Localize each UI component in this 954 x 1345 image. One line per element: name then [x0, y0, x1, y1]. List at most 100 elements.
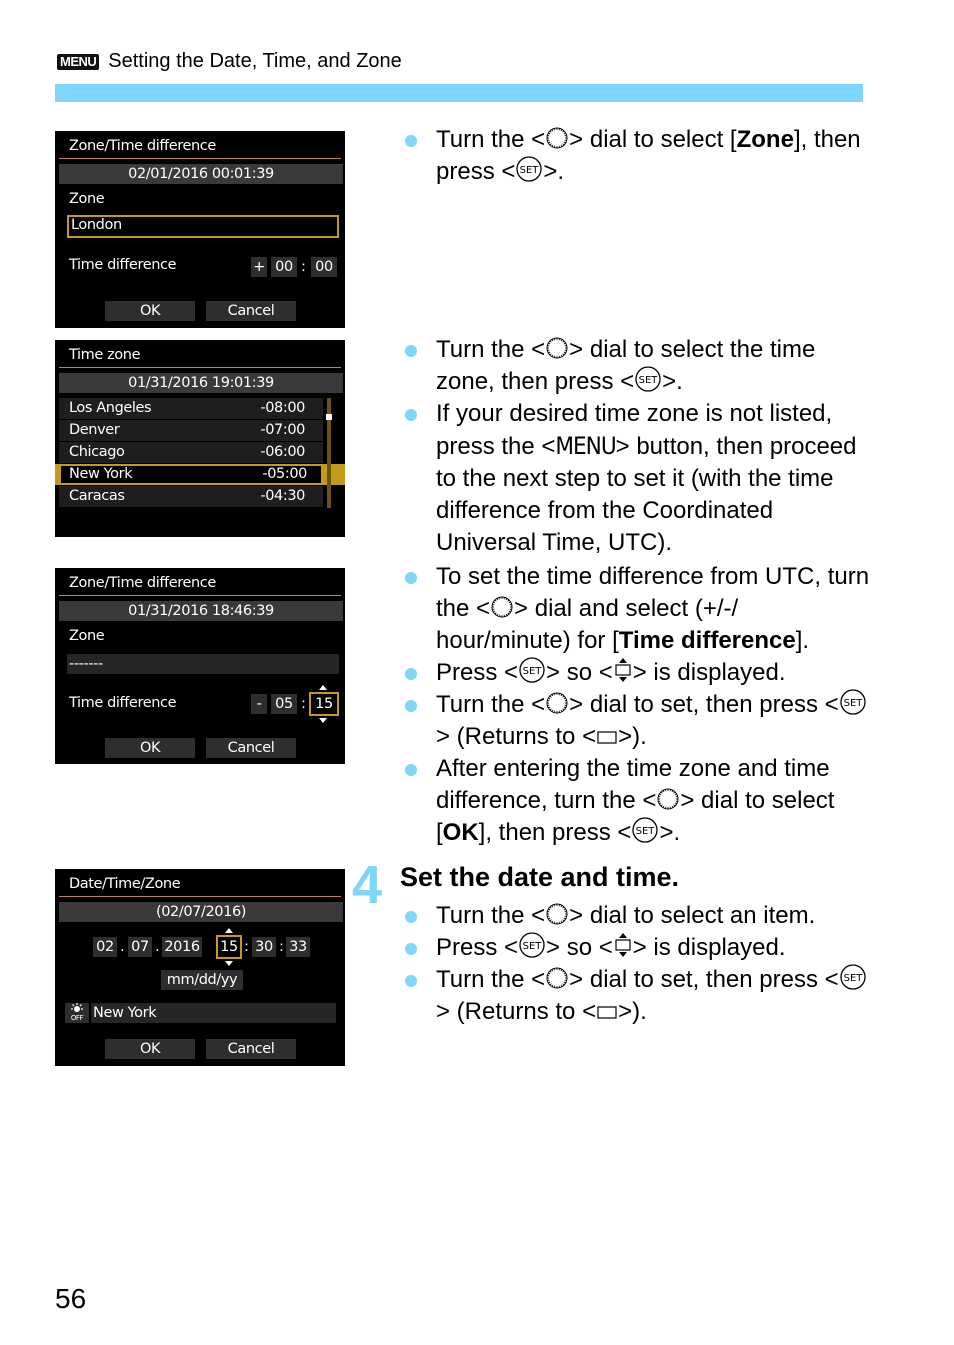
instruction-bullet: If your desired time zone is not listed,…: [400, 398, 870, 559]
set-button-icon: SET: [840, 964, 866, 990]
screen-icon: [597, 1006, 617, 1019]
time-difference-label: Time difference: [69, 257, 177, 273]
instruction-bullet: Turn the < > dial to set, then press < SET…: [400, 964, 870, 1028]
time-zone-row[interactable]: Chicago -06:00: [59, 442, 323, 463]
date-display: (02/07/2016): [59, 902, 343, 922]
set-button-icon: SET: [519, 657, 545, 683]
zone-field[interactable]: -------: [67, 654, 339, 674]
menu-item-reference: Zone: [736, 126, 794, 153]
step-title: Set the date and time.: [400, 862, 680, 892]
current-datetime: 02/01/2016 00:01:39: [59, 164, 343, 184]
instruction-bullet: Turn the < > dial to set, then press < SET…: [400, 689, 870, 753]
cancel-button[interactable]: Cancel: [206, 1039, 296, 1059]
zone-offset: -08:00: [260, 400, 305, 416]
zone-value: New York: [93, 1005, 157, 1021]
ok-button[interactable]: OK: [105, 1039, 195, 1059]
colon: :: [301, 259, 306, 275]
screen-icon: [597, 731, 617, 744]
zone-offset: -06:00: [260, 444, 305, 460]
time-difference-label: Time difference: [69, 695, 177, 711]
main-dial-icon: [546, 692, 568, 714]
time-zone-row[interactable]: Caracas -04:30: [59, 486, 323, 507]
zone-value: London: [71, 217, 122, 233]
time-zone-row[interactable]: Los Angeles -08:00: [59, 398, 323, 419]
decrement-arrow-icon[interactable]: [319, 718, 327, 723]
current-datetime: 01/31/2016 19:01:39: [59, 373, 343, 393]
date-separator: .: [155, 939, 160, 955]
day-field[interactable]: 07: [128, 937, 152, 957]
main-dial-icon: [546, 903, 568, 925]
hour-field-selected[interactable]: 15: [216, 935, 242, 959]
increment-arrow-icon[interactable]: [319, 685, 327, 690]
instructions-step-4: Turn the < > dial to select an item. Press…: [400, 900, 870, 1028]
hours-field[interactable]: 00: [271, 257, 297, 277]
minute-field[interactable]: 30: [252, 937, 276, 957]
main-dial-icon: [546, 967, 568, 989]
up-down-arrows-icon: [615, 658, 631, 682]
section-banner: [55, 84, 863, 102]
zone-name: New York: [69, 466, 133, 482]
page-header: MENU Setting the Date, Time, and Zone: [57, 50, 402, 73]
page-number: 56: [55, 1283, 87, 1314]
instruction-bullet: Press < SET > so < > is displayed.: [400, 657, 870, 689]
dst-off-icon: OFF: [71, 1003, 84, 1022]
screen-zone-time-difference-2: Zone/Time difference 01/31/2016 18:46:39…: [55, 568, 345, 764]
ok-button[interactable]: OK: [105, 301, 195, 321]
zone-name: Chicago: [69, 444, 125, 460]
zone-offset: -05:00: [262, 466, 307, 482]
main-dial-icon: [491, 596, 513, 618]
decrement-arrow-icon[interactable]: [225, 961, 233, 966]
sign-field[interactable]: +: [251, 257, 267, 277]
month-field[interactable]: 02: [93, 937, 117, 957]
screen-title: Date/Time/Zone: [69, 876, 181, 892]
time-separator: :: [279, 939, 284, 955]
divider: [59, 367, 341, 368]
menu-button-icon: MENU: [555, 432, 616, 460]
screen-title: Zone/Time difference: [69, 575, 216, 591]
time-zone-row[interactable]: Denver -07:00: [59, 420, 323, 441]
cancel-button[interactable]: Cancel: [206, 301, 296, 321]
menu-icon: MENU: [57, 53, 100, 70]
svg-text:SET: SET: [843, 973, 863, 984]
zone-label: Zone: [69, 191, 105, 207]
dst-field[interactable]: OFF: [65, 1003, 89, 1023]
time-zone-row-selected[interactable]: New York -05:00: [55, 464, 345, 485]
set-button-icon: SET: [519, 932, 545, 958]
instruction-bullet: After entering the time zone and time di…: [400, 753, 870, 849]
screen-date-time-zone: Date/Time/Zone (02/07/2016) 02 . 07 . 20…: [55, 869, 345, 1066]
set-button-icon: SET: [516, 156, 543, 182]
instruction-bullet: Turn the < > dial to select an item.: [400, 900, 870, 932]
time-zone-field[interactable]: New York: [91, 1003, 336, 1023]
up-down-arrows-icon: [615, 933, 631, 957]
scrollbar-thumb[interactable]: [326, 414, 332, 420]
screen-zone-time-difference-1: Zone/Time difference 02/01/2016 00:01:39…: [55, 131, 345, 328]
year-field[interactable]: 2016: [162, 937, 202, 957]
screen-time-zone-list: Time zone 01/31/2016 19:01:39 Los Angele…: [55, 340, 345, 537]
screen-title: Zone/Time difference: [69, 138, 216, 154]
hours-field[interactable]: 05: [271, 694, 297, 714]
time-separator: :: [244, 939, 249, 955]
minutes-field[interactable]: 00: [311, 257, 337, 277]
date-format-field[interactable]: mm/dd/yy: [161, 970, 243, 990]
zone-field[interactable]: London: [67, 215, 339, 238]
main-dial-icon: [546, 337, 568, 359]
minutes-field-selected[interactable]: 15: [309, 692, 339, 716]
svg-text:SET: SET: [523, 666, 543, 677]
cancel-button[interactable]: Cancel: [206, 738, 296, 758]
second-field[interactable]: 33: [286, 937, 310, 957]
instructions-block-2: Turn the < > dial to select the time zone…: [400, 334, 870, 559]
instruction-bullet: Turn the < > dial to select [Zone], then …: [400, 124, 870, 188]
sign-field[interactable]: -: [251, 694, 267, 714]
svg-text:OFF: OFF: [71, 1014, 84, 1021]
instruction-bullet: Turn the < > dial to select the time zone…: [400, 334, 870, 398]
increment-arrow-icon[interactable]: [225, 928, 233, 933]
svg-text:SET: SET: [520, 165, 540, 176]
section-title: Setting the Date, Time, and Zone: [108, 50, 402, 72]
ok-button[interactable]: OK: [105, 738, 195, 758]
svg-text:SET: SET: [639, 375, 659, 386]
set-button-icon: SET: [840, 689, 866, 715]
main-dial-icon: [546, 127, 568, 149]
zone-value: -------: [69, 656, 103, 672]
date-separator: .: [120, 939, 125, 955]
zone-name: Los Angeles: [69, 400, 152, 416]
